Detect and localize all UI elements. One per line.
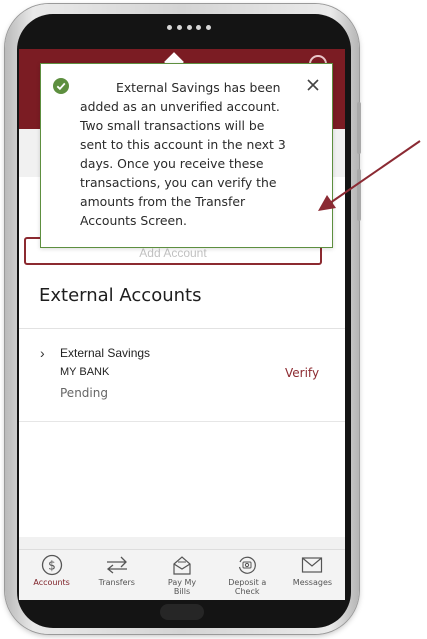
home-button[interactable] — [160, 604, 204, 620]
tab-transfers[interactable]: Transfers — [84, 550, 149, 600]
tab-label: Messages — [292, 578, 333, 587]
toast-message: External Savings has been added as an un… — [80, 80, 286, 228]
dollar-circle-icon: $ — [41, 554, 63, 576]
chevron-right-icon[interactable]: › — [40, 345, 45, 361]
external-accounts-heading: External Accounts — [39, 285, 202, 306]
envelope-icon — [301, 554, 323, 576]
tab-label: Transfers — [98, 578, 135, 587]
pay-bills-icon — [171, 554, 193, 576]
account-status: Pending — [60, 386, 108, 400]
phone-side-button — [357, 169, 361, 221]
success-toast: External Savings has been added as an un… — [40, 63, 333, 248]
check-circle-icon — [53, 78, 69, 94]
bottom-tab-bar: $ Accounts Transfers Pay My Bills Deposi… — [19, 549, 345, 600]
tab-label: Pay My Bills — [167, 578, 197, 596]
phone-speaker — [167, 25, 211, 31]
close-icon[interactable] — [305, 77, 321, 93]
tab-pay-my-bills[interactable]: Pay My Bills — [149, 550, 214, 600]
phone-side-button — [357, 102, 361, 154]
camera-refresh-icon — [236, 554, 258, 576]
tab-label: Deposit a Check — [228, 578, 267, 596]
account-bank: MY BANK — [60, 366, 110, 378]
tab-label: Accounts — [33, 578, 70, 587]
tab-deposit-check[interactable]: Deposit a Check — [215, 550, 280, 600]
account-name: External Savings — [60, 346, 151, 360]
external-account-row[interactable]: › External Savings MY BANK Pending Verif… — [19, 339, 345, 413]
divider — [19, 421, 345, 422]
transfer-arrows-icon — [105, 554, 129, 576]
tab-messages[interactable]: Messages — [280, 550, 345, 600]
verify-link[interactable]: Verify — [285, 366, 319, 380]
svg-text:$: $ — [48, 559, 56, 573]
divider — [19, 328, 345, 329]
tab-accounts[interactable]: $ Accounts — [19, 550, 84, 600]
